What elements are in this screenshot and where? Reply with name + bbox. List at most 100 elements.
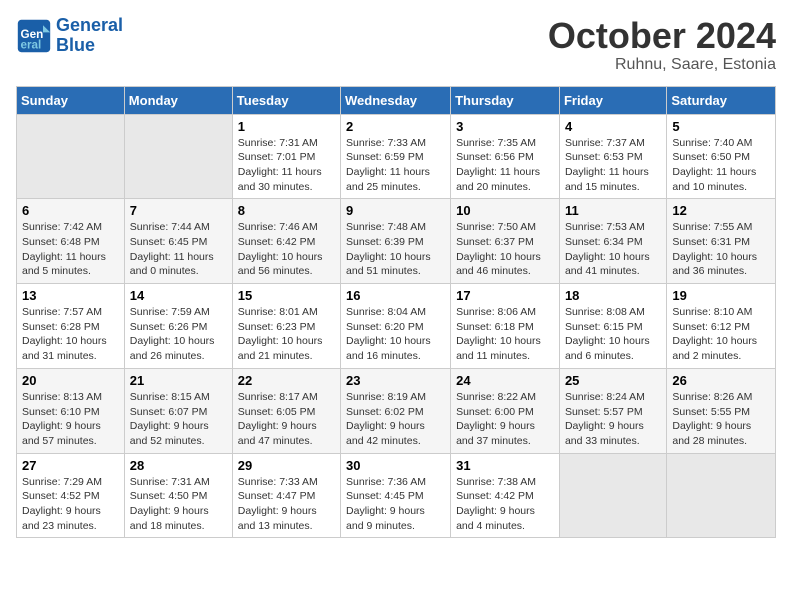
day-info: Sunrise: 8:06 AM Sunset: 6:18 PM Dayligh…	[456, 305, 554, 364]
day-number: 11	[565, 203, 661, 218]
page-header: Gen eral General Blue October 2024 Ruhnu…	[16, 16, 776, 74]
day-cell: 3Sunrise: 7:35 AM Sunset: 6:56 PM Daylig…	[451, 114, 560, 199]
day-number: 7	[130, 203, 227, 218]
day-cell: 13 Sunrise: 7:57 AM Sunset: 6:28 PM Dayli…	[17, 284, 125, 369]
day-cell: 18Sunrise: 8:08 AM Sunset: 6:15 PM Dayli…	[559, 284, 666, 369]
day-number: 24	[456, 373, 554, 388]
day-number: 16	[346, 288, 445, 303]
day-cell: 21 Sunrise: 8:15 AM Sunset: 6:07 PM Dayli…	[124, 368, 232, 453]
day-info: Sunrise: 7:29 AM Sunset: 4:52 PM Dayligh…	[22, 475, 119, 534]
day-number: 10	[456, 203, 554, 218]
week-row-2: 6Sunrise: 7:42 AM Sunset: 6:48 PM Daylig…	[17, 199, 776, 284]
logo-wordmark: General Blue	[56, 16, 123, 56]
day-number: 13	[22, 288, 119, 303]
day-info: Sunrise: 8:19 AM Sunset: 6:02 PM Dayligh…	[346, 390, 445, 449]
day-number: 8	[238, 203, 335, 218]
day-info: Sunrise: 8:15 AM Sunset: 6:07 PM Dayligh…	[130, 390, 227, 449]
day-info: Sunrise: 8:01 AM Sunset: 6:23 PM Dayligh…	[238, 305, 335, 364]
day-info: Sunrise: 7:50 AM Sunset: 6:37 PM Dayligh…	[456, 220, 554, 279]
day-number: 2	[346, 119, 445, 134]
day-number: 3	[456, 119, 554, 134]
day-info: Sunrise: 8:08 AM Sunset: 6:15 PM Dayligh…	[565, 305, 661, 364]
day-number: 31	[456, 458, 554, 473]
day-cell: 28 Sunrise: 7:31 AM Sunset: 4:50 PM Dayli…	[124, 453, 232, 538]
day-cell: 12 Sunrise: 7:55 AM Sunset: 6:31 PM Dayli…	[667, 199, 776, 284]
week-row-3: 13 Sunrise: 7:57 AM Sunset: 6:28 PM Dayli…	[17, 284, 776, 369]
day-info: Sunrise: 7:57 AM Sunset: 6:28 PM Dayligh…	[22, 305, 119, 364]
day-info: Sunrise: 7:37 AM Sunset: 6:53 PM Dayligh…	[565, 136, 661, 195]
day-info: Sunrise: 8:04 AM Sunset: 6:20 PM Dayligh…	[346, 305, 445, 364]
weekday-header-saturday: Saturday	[667, 86, 776, 114]
day-number: 21	[130, 373, 227, 388]
day-number: 26	[672, 373, 770, 388]
day-cell	[17, 114, 125, 199]
logo-general: General	[56, 16, 123, 36]
day-cell	[124, 114, 232, 199]
day-cell: 26 Sunrise: 8:26 AM Sunset: 5:55 PM Dayli…	[667, 368, 776, 453]
day-info: Sunrise: 7:59 AM Sunset: 6:26 PM Dayligh…	[130, 305, 227, 364]
day-number: 23	[346, 373, 445, 388]
day-cell: 2Sunrise: 7:33 AM Sunset: 6:59 PM Daylig…	[341, 114, 451, 199]
day-number: 6	[22, 203, 119, 218]
day-cell: 9Sunrise: 7:48 AM Sunset: 6:39 PM Daylig…	[341, 199, 451, 284]
day-number: 30	[346, 458, 445, 473]
day-info: Sunrise: 8:13 AM Sunset: 6:10 PM Dayligh…	[22, 390, 119, 449]
day-info: Sunrise: 7:44 AM Sunset: 6:45 PM Dayligh…	[130, 220, 227, 279]
week-row-4: 20Sunrise: 8:13 AM Sunset: 6:10 PM Dayli…	[17, 368, 776, 453]
weekday-header-row: SundayMondayTuesdayWednesdayThursdayFrid…	[17, 86, 776, 114]
day-cell: 23 Sunrise: 8:19 AM Sunset: 6:02 PM Dayli…	[341, 368, 451, 453]
calendar-table: SundayMondayTuesdayWednesdayThursdayFrid…	[16, 86, 776, 539]
day-cell: 6Sunrise: 7:42 AM Sunset: 6:48 PM Daylig…	[17, 199, 125, 284]
weekday-header-thursday: Thursday	[451, 86, 560, 114]
day-number: 19	[672, 288, 770, 303]
day-info: Sunrise: 8:26 AM Sunset: 5:55 PM Dayligh…	[672, 390, 770, 449]
day-number: 14	[130, 288, 227, 303]
location: Ruhnu, Saare, Estonia	[548, 56, 776, 74]
day-cell: 27 Sunrise: 7:29 AM Sunset: 4:52 PM Dayli…	[17, 453, 125, 538]
weekday-header-monday: Monday	[124, 86, 232, 114]
day-info: Sunrise: 8:17 AM Sunset: 6:05 PM Dayligh…	[238, 390, 335, 449]
day-info: Sunrise: 7:40 AM Sunset: 6:50 PM Dayligh…	[672, 136, 770, 195]
day-info: Sunrise: 7:31 AM Sunset: 4:50 PM Dayligh…	[130, 475, 227, 534]
day-info: Sunrise: 7:36 AM Sunset: 4:45 PM Dayligh…	[346, 475, 445, 534]
day-number: 1	[238, 119, 335, 134]
day-info: Sunrise: 8:10 AM Sunset: 6:12 PM Dayligh…	[672, 305, 770, 364]
day-number: 28	[130, 458, 227, 473]
day-number: 27	[22, 458, 119, 473]
logo: Gen eral General Blue	[16, 16, 123, 56]
day-cell: 1Sunrise: 7:31 AM Sunset: 7:01 PM Daylig…	[232, 114, 340, 199]
day-cell: 25 Sunrise: 8:24 AM Sunset: 5:57 PM Dayli…	[559, 368, 666, 453]
day-number: 12	[672, 203, 770, 218]
week-row-1: 1Sunrise: 7:31 AM Sunset: 7:01 PM Daylig…	[17, 114, 776, 199]
day-cell: 15 Sunrise: 8:01 AM Sunset: 6:23 PM Dayli…	[232, 284, 340, 369]
day-cell: 30 Sunrise: 7:36 AM Sunset: 4:45 PM Dayli…	[341, 453, 451, 538]
weekday-header-sunday: Sunday	[17, 86, 125, 114]
day-cell: 19 Sunrise: 8:10 AM Sunset: 6:12 PM Dayli…	[667, 284, 776, 369]
day-number: 25	[565, 373, 661, 388]
day-cell: 11 Sunrise: 7:53 AM Sunset: 6:34 PM Dayli…	[559, 199, 666, 284]
day-info: Sunrise: 8:24 AM Sunset: 5:57 PM Dayligh…	[565, 390, 661, 449]
day-cell: 4Sunrise: 7:37 AM Sunset: 6:53 PM Daylig…	[559, 114, 666, 199]
day-cell: 7 Sunrise: 7:44 AM Sunset: 6:45 PM Daylig…	[124, 199, 232, 284]
day-info: Sunrise: 7:48 AM Sunset: 6:39 PM Dayligh…	[346, 220, 445, 279]
day-cell: 20Sunrise: 8:13 AM Sunset: 6:10 PM Dayli…	[17, 368, 125, 453]
weekday-header-tuesday: Tuesday	[232, 86, 340, 114]
weekday-header-friday: Friday	[559, 86, 666, 114]
logo-blue: Blue	[56, 36, 123, 56]
day-info: Sunrise: 7:55 AM Sunset: 6:31 PM Dayligh…	[672, 220, 770, 279]
day-cell: 29 Sunrise: 7:33 AM Sunset: 4:47 PM Dayli…	[232, 453, 340, 538]
day-number: 29	[238, 458, 335, 473]
day-number: 17	[456, 288, 554, 303]
title-block: October 2024 Ruhnu, Saare, Estonia	[548, 16, 776, 74]
week-row-5: 27 Sunrise: 7:29 AM Sunset: 4:52 PM Dayli…	[17, 453, 776, 538]
day-info: Sunrise: 7:53 AM Sunset: 6:34 PM Dayligh…	[565, 220, 661, 279]
day-info: Sunrise: 7:33 AM Sunset: 4:47 PM Dayligh…	[238, 475, 335, 534]
day-number: 5	[672, 119, 770, 134]
day-info: Sunrise: 7:38 AM Sunset: 4:42 PM Dayligh…	[456, 475, 554, 534]
day-cell: 22 Sunrise: 8:17 AM Sunset: 6:05 PM Dayli…	[232, 368, 340, 453]
logo-icon: Gen eral	[16, 18, 52, 54]
day-number: 15	[238, 288, 335, 303]
day-number: 22	[238, 373, 335, 388]
day-info: Sunrise: 7:46 AM Sunset: 6:42 PM Dayligh…	[238, 220, 335, 279]
day-cell: 14 Sunrise: 7:59 AM Sunset: 6:26 PM Dayli…	[124, 284, 232, 369]
